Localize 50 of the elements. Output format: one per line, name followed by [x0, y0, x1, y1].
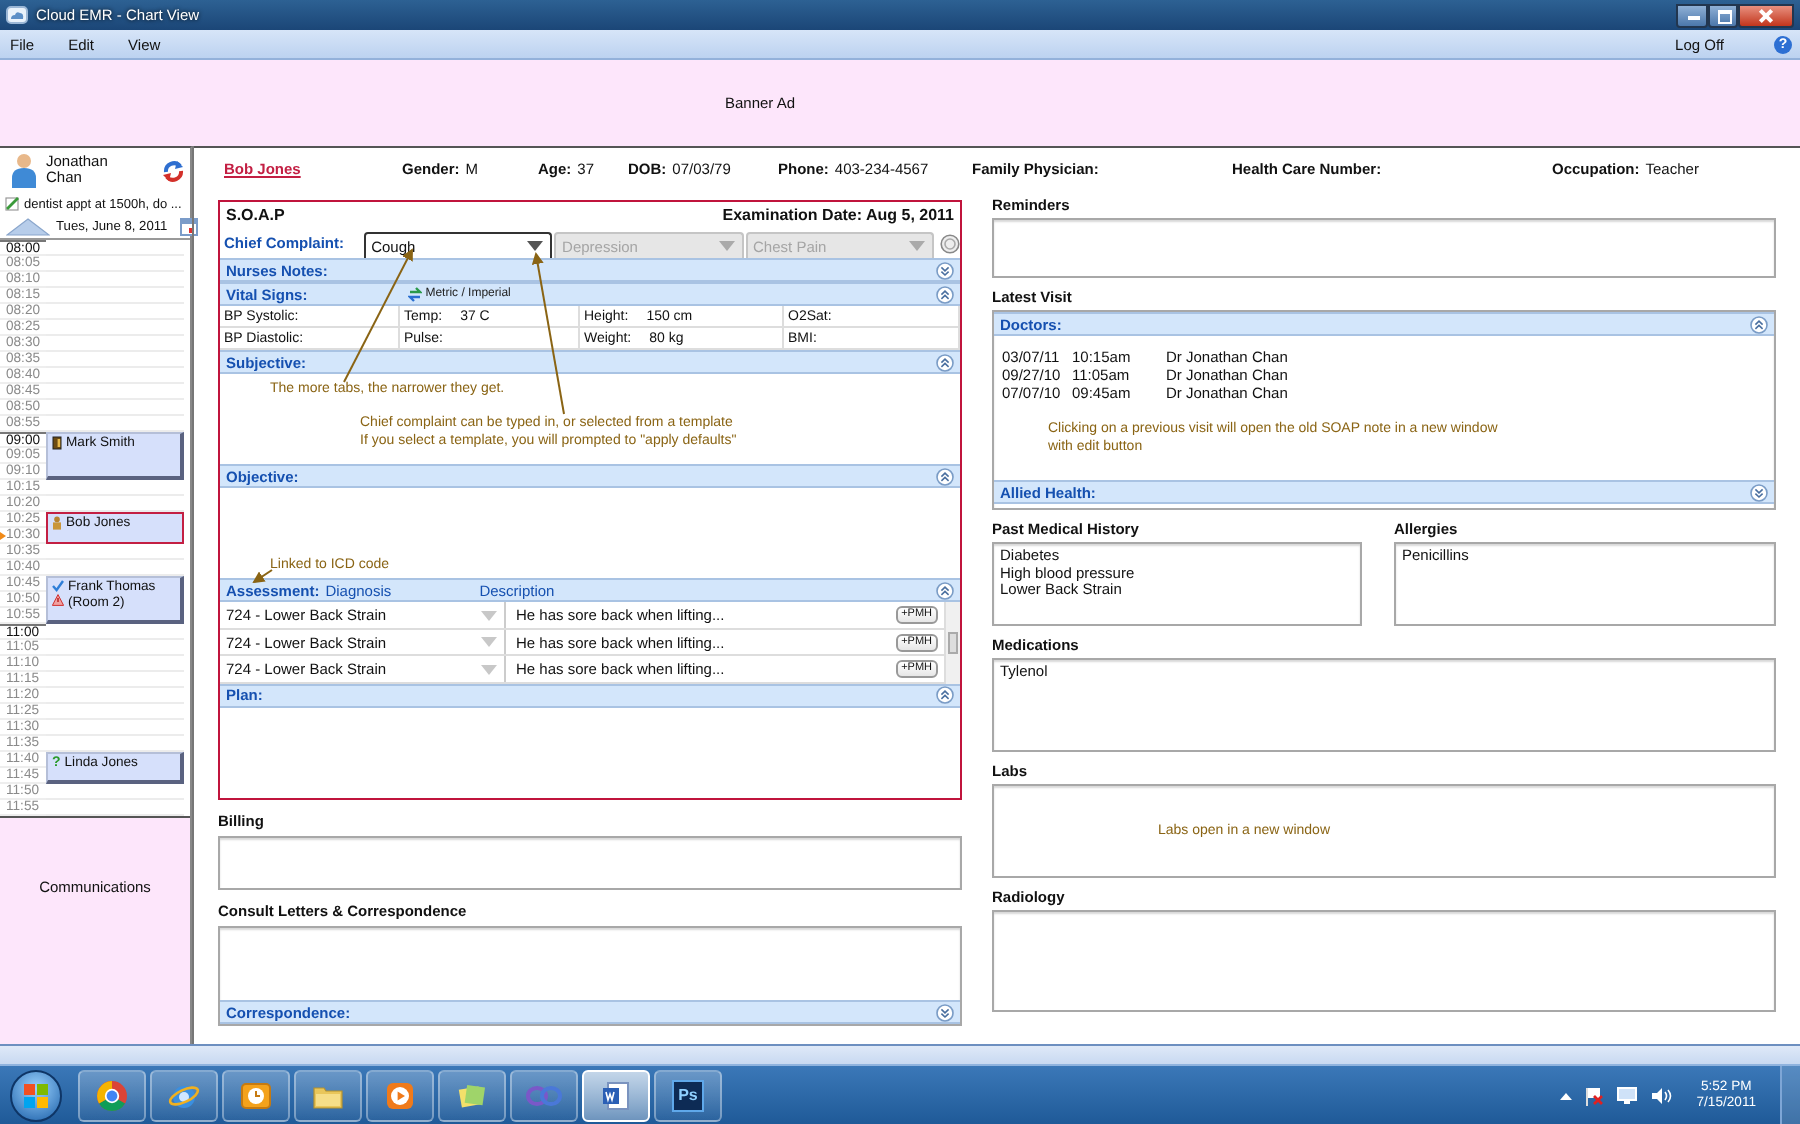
tray-expand-icon[interactable] — [1560, 1091, 1573, 1099]
chevron-icon[interactable] — [936, 1003, 954, 1021]
taskbar-button[interactable] — [510, 1069, 578, 1121]
clock-icon — [240, 1079, 272, 1111]
chevron-icon[interactable] — [936, 285, 954, 303]
chevron-icon[interactable] — [936, 581, 954, 600]
check-icon — [52, 580, 64, 592]
loop-icon — [526, 1083, 562, 1107]
flag-icon[interactable] — [1584, 1085, 1605, 1105]
calendar-icon[interactable] — [179, 218, 198, 236]
windows-icon — [24, 1083, 48, 1107]
start-button[interactable] — [10, 1069, 62, 1121]
close-button[interactable] — [1738, 3, 1794, 27]
chevron-icon[interactable] — [936, 467, 954, 486]
taskbar-button[interactable] — [294, 1069, 362, 1121]
warning-icon — [52, 594, 64, 606]
leader-line — [252, 569, 273, 584]
swap-icon — [407, 286, 422, 302]
radiology-box[interactable] — [992, 910, 1776, 1012]
chevron-icon[interactable] — [1750, 315, 1768, 333]
minimize-button[interactable] — [1676, 3, 1708, 27]
examination-date: Examination Date: Aug 5, 2011 — [722, 206, 954, 224]
document-icon — [600, 1079, 632, 1111]
network-icon[interactable] — [1616, 1085, 1639, 1105]
chevron-icon[interactable] — [936, 686, 954, 705]
taskbar-button[interactable] — [150, 1069, 218, 1121]
speaker-icon[interactable] — [1650, 1085, 1673, 1105]
chevron-icon[interactable] — [1750, 483, 1768, 501]
taskbar-button[interactable] — [438, 1069, 506, 1121]
taskbar-button[interactable] — [78, 1069, 146, 1121]
person-icon — [52, 516, 62, 530]
notes-icon — [456, 1079, 488, 1111]
maximize-button[interactable] — [1708, 3, 1738, 27]
app-icon — [6, 6, 28, 24]
refresh-icon[interactable] — [162, 159, 184, 181]
add-button[interactable] — [939, 234, 960, 254]
caret-icon[interactable] — [526, 240, 545, 252]
chevron-icon[interactable] — [936, 261, 954, 279]
play-icon — [384, 1079, 416, 1111]
wheel-icon — [96, 1079, 128, 1111]
door-icon — [52, 436, 62, 450]
photoshop-logo: Ps — [672, 1079, 704, 1111]
chevron-icon[interactable] — [936, 353, 954, 371]
taskbar-button[interactable] — [366, 1069, 434, 1121]
panel-title: S.O.A.P — [226, 206, 285, 224]
taskbar-button[interactable] — [582, 1069, 650, 1121]
avatar-icon — [10, 152, 38, 188]
scrollbar[interactable] — [944, 602, 960, 684]
taskbar-button[interactable]: Ps — [654, 1069, 722, 1121]
taskbar-button[interactable] — [222, 1069, 290, 1121]
